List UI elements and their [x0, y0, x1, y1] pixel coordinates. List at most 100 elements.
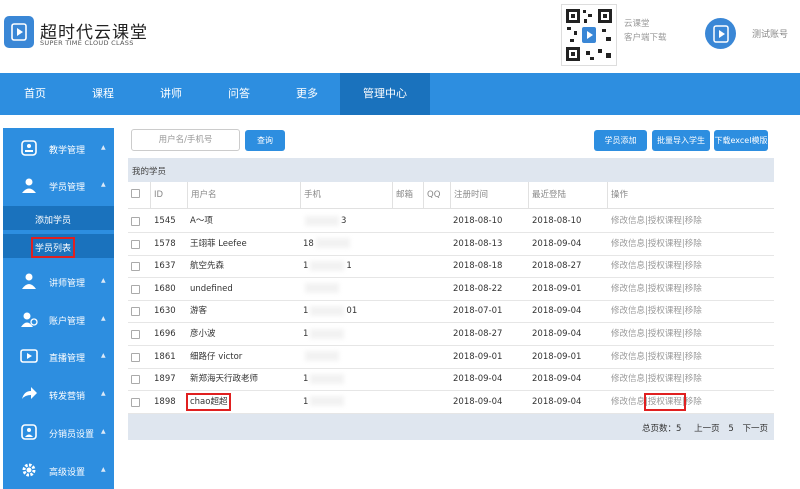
nav-admin-center[interactable]: 管理中心	[340, 73, 430, 115]
edit-info-link[interactable]: 修改信息	[611, 374, 645, 384]
remove-link[interactable]: 移除	[685, 284, 702, 294]
nav-home[interactable]: 首页	[6, 73, 64, 115]
edit-info-link[interactable]: 修改信息	[611, 284, 645, 294]
nav-more[interactable]: 更多	[278, 73, 336, 115]
edit-info-link[interactable]: 修改信息	[611, 397, 645, 407]
remove-link[interactable]: 移除	[685, 397, 702, 407]
nav-courses[interactable]: 课程	[74, 73, 132, 115]
account-name[interactable]: 测试账号	[752, 27, 788, 40]
phone-prefix: 1	[303, 329, 309, 339]
logo[interactable]	[4, 16, 34, 48]
cell-actions: 修改信息|授权课程|移除	[611, 391, 702, 414]
nav-qa[interactable]: 问答	[210, 73, 268, 115]
remove-link[interactable]: 移除	[685, 216, 702, 226]
authorize-course-link[interactable]: 授权课程	[648, 329, 682, 339]
cell-last-login: 2018-09-01	[532, 283, 582, 294]
redacted-phone	[305, 351, 339, 362]
edit-info-link[interactable]: 修改信息	[611, 216, 645, 226]
row-checkbox[interactable]	[131, 239, 140, 249]
cell-id: 1637	[154, 261, 176, 272]
search-input[interactable]: 用户名/手机号	[131, 129, 240, 151]
cell-actions: 修改信息|授权课程|移除	[611, 323, 702, 346]
sidebar-item-teaching[interactable]: 教学管理 ▲	[3, 130, 114, 167]
authorize-course-link[interactable]: 授权课程	[648, 216, 682, 226]
authorize-course-link[interactable]: 授权课程	[648, 261, 682, 271]
sidebar-item-accounts[interactable]: 账户管理 ▲	[3, 301, 114, 338]
cell-last-login: 2018-08-10	[532, 216, 582, 226]
cell-username: A～项	[190, 216, 213, 226]
sidebar-label: 直播管理	[49, 354, 86, 364]
remove-link[interactable]: 移除	[685, 239, 702, 249]
row-checkbox[interactable]	[131, 284, 140, 294]
table-row: 1578 王翊菲 Leefee 18 2018-08-13 2018-09-04 修改信息…	[128, 233, 774, 256]
row-checkbox[interactable]	[131, 352, 140, 362]
cell-username: chao超超	[185, 392, 232, 411]
cell-actions: 修改信息|授权课程|移除	[611, 255, 702, 278]
edit-info-link[interactable]: 修改信息	[611, 329, 645, 339]
pagination: 总页数：5 上一页 5 下一页	[636, 422, 768, 434]
col-email: 邮箱	[392, 182, 422, 209]
cell-register-time: 2018-09-04	[453, 396, 503, 407]
authorize-course-link[interactable]: 授权课程	[648, 374, 682, 384]
row-checkbox[interactable]	[131, 397, 140, 407]
sidebar-label: 转发营销	[49, 392, 86, 402]
teaching-icon	[21, 140, 37, 156]
chevron-up-icon: ▲	[101, 144, 106, 151]
remove-link[interactable]: 移除	[685, 329, 702, 339]
row-checkbox[interactable]	[131, 375, 140, 385]
remove-link[interactable]: 移除	[685, 374, 702, 384]
remove-link[interactable]: 移除	[685, 261, 702, 271]
share-icon	[22, 387, 37, 399]
sidebar-item-students[interactable]: 学员管理 ▲	[3, 167, 114, 204]
table-panel-header: 我的学员	[128, 158, 774, 182]
select-all-checkbox[interactable]	[131, 189, 140, 198]
authorize-course-link[interactable]: 授权课程	[648, 306, 682, 316]
edit-info-link[interactable]: 修改信息	[611, 306, 645, 316]
col-phone: 手机	[300, 182, 392, 209]
row-checkbox[interactable]	[131, 330, 140, 339]
brand-subtitle: SUPER TIME CLOUD CLASS	[40, 39, 134, 47]
sidebar-label: 高级设置	[49, 468, 86, 478]
cell-register-time: 2018-08-22	[453, 283, 503, 294]
table-row: 1680 undefined 2018-08-22 2018-09-01 修改信息|授权…	[128, 278, 774, 301]
sidebar-item-teachers[interactable]: 讲师管理 ▲	[3, 263, 114, 300]
site-header: 超时代云课堂 SUPER TIME CLOUD CLASS 云课堂 客户端下载 …	[0, 0, 800, 73]
cell-phone	[303, 346, 341, 369]
cell-phone	[303, 278, 341, 301]
authorize-course-link[interactable]: 授权课程	[648, 239, 682, 249]
prev-page-link[interactable]: 上一页	[694, 424, 720, 434]
authorize-course-link[interactable]: 授权课程	[643, 392, 686, 411]
batch-import-button[interactable]: 批量导入学生	[652, 130, 710, 151]
cell-actions: 修改信息|授权课程|移除	[611, 346, 702, 369]
sidebar-sub-student-list[interactable]: 学员列表	[3, 234, 114, 258]
sidebar-label: 讲师管理	[49, 279, 86, 289]
col-register-time: 注册时间	[450, 182, 528, 209]
add-student-button[interactable]: 学员添加	[594, 130, 647, 151]
cell-id: 1897	[154, 374, 176, 385]
edit-info-link[interactable]: 修改信息	[611, 261, 645, 271]
sidebar-label: 账户管理	[49, 317, 86, 327]
row-checkbox[interactable]	[131, 307, 140, 317]
download-template-button[interactable]: 下载excel模版	[714, 130, 768, 151]
row-checkbox[interactable]	[131, 262, 140, 272]
remove-link[interactable]: 移除	[685, 352, 702, 362]
authorize-course-link[interactable]: 授权课程	[648, 284, 682, 294]
cell-actions: 修改信息|授权课程|移除	[611, 233, 702, 256]
sidebar-item-distributor[interactable]: 分销员设置 ▲	[3, 414, 114, 451]
phone-prefix: 18	[303, 238, 314, 249]
authorize-course-link[interactable]: 授权课程	[648, 352, 682, 362]
sidebar-item-share[interactable]: 转发营销 ▲	[3, 376, 114, 413]
sidebar-label: 学员管理	[49, 183, 86, 193]
search-button[interactable]: 查询	[245, 130, 285, 151]
avatar[interactable]	[705, 18, 736, 49]
sidebar-sub-add-student[interactable]: 添加学员	[3, 206, 114, 230]
edit-info-link[interactable]: 修改信息	[611, 239, 645, 249]
sidebar-item-live[interactable]: 直播管理 ▲	[3, 338, 114, 375]
table-row: 1696 彦小波 1 2018-08-27 2018-09-04 修改信息|授权课程|移除	[128, 323, 774, 346]
next-page-link[interactable]: 下一页	[742, 424, 768, 434]
nav-teachers[interactable]: 讲师	[142, 73, 200, 115]
sidebar-item-advanced[interactable]: 高级设置 ▲	[3, 452, 114, 489]
row-checkbox[interactable]	[131, 217, 140, 226]
remove-link[interactable]: 移除	[685, 306, 702, 316]
edit-info-link[interactable]: 修改信息	[611, 352, 645, 362]
